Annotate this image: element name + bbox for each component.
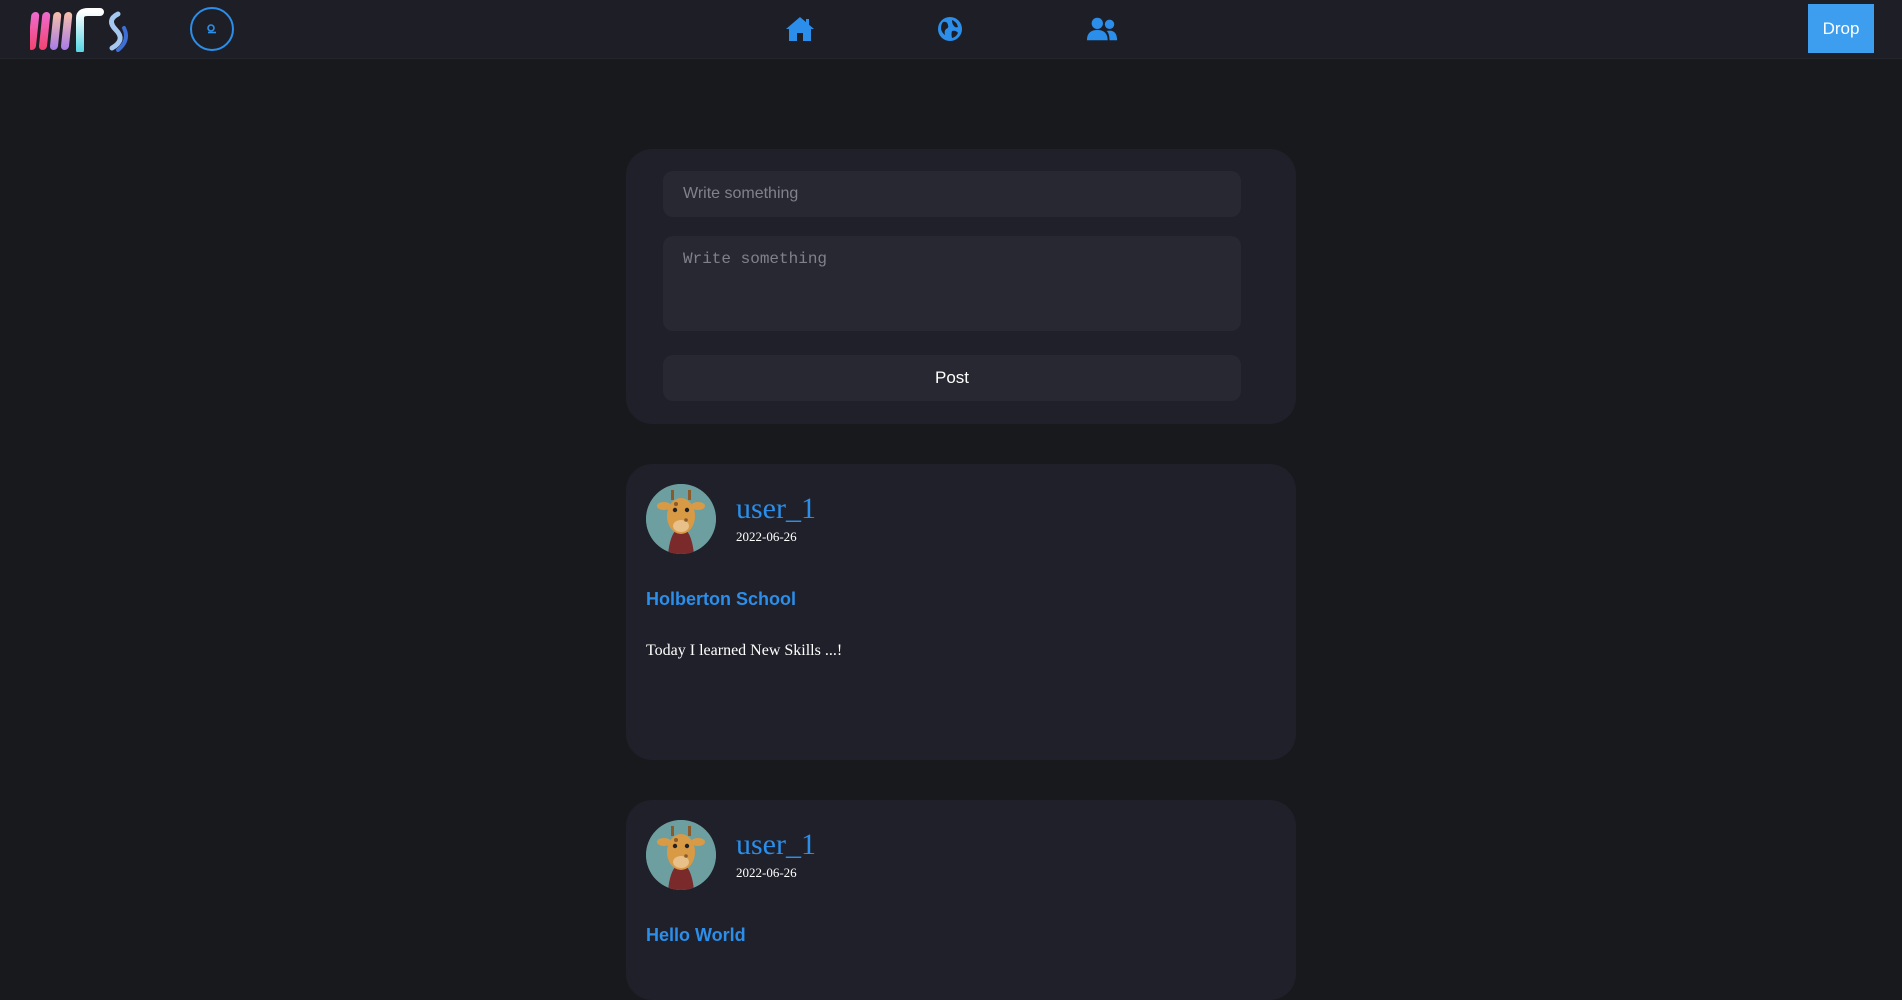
post-title: Holberton School — [646, 589, 796, 609]
search-icon — [207, 24, 216, 34]
post-title: Hello World — [646, 925, 746, 945]
nav-home[interactable] — [784, 13, 816, 45]
post-date: 2022-06-26 — [736, 865, 797, 880]
globe-icon — [938, 17, 962, 41]
post-composer: Post — [626, 149, 1296, 424]
post-body-textarea[interactable] — [663, 236, 1241, 331]
users-icon — [1086, 17, 1118, 41]
search-button[interactable] — [190, 7, 234, 51]
post-username[interactable]: user_1 — [736, 492, 816, 526]
nav-friends[interactable] — [1086, 13, 1118, 45]
post-card: user_1 2022-06-26 Holberton School Today… — [626, 464, 1296, 760]
post-title-input[interactable] — [663, 171, 1241, 217]
post-card: user_1 2022-06-26 Hello World — [626, 800, 1296, 1000]
top-navbar: Drop — [0, 0, 1902, 59]
home-icon — [786, 17, 814, 41]
avatar[interactable] — [646, 820, 716, 890]
drop-button[interactable]: Drop — [1808, 4, 1874, 53]
app-logo[interactable] — [30, 8, 130, 52]
post-body: Today I learned New Skills ...! — [646, 642, 843, 659]
nav-explore[interactable] — [934, 13, 966, 45]
post-button[interactable]: Post — [663, 355, 1241, 401]
giraffe-avatar-icon — [646, 820, 716, 890]
post-date: 2022-06-26 — [736, 529, 797, 544]
avatar[interactable] — [646, 484, 716, 554]
giraffe-avatar-icon — [646, 484, 716, 554]
post-username[interactable]: user_1 — [736, 828, 816, 862]
